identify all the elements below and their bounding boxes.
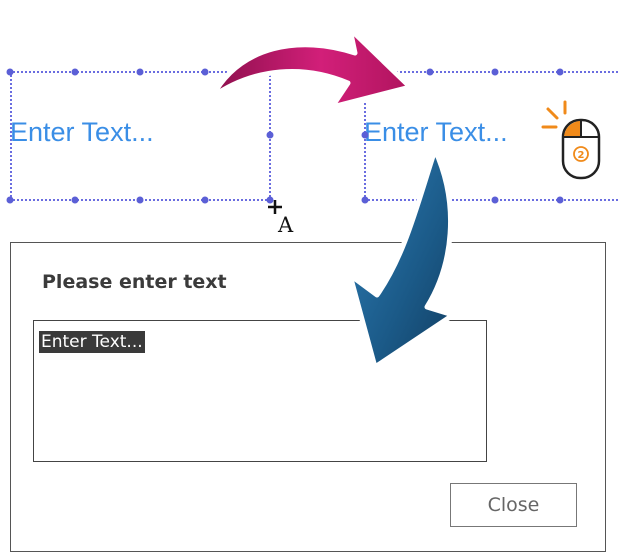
svg-text:A: A <box>277 213 294 237</box>
mouse-double-click-icon: 2 <box>541 100 601 180</box>
curved-arrow-down-icon <box>347 147 456 370</box>
selected-text: Enter Text... <box>39 331 145 353</box>
resize-handle[interactable] <box>426 68 434 76</box>
resize-handle[interactable] <box>6 68 14 76</box>
left-frame-text: Enter Text... <box>10 117 154 147</box>
svg-text:2: 2 <box>578 150 585 161</box>
curved-arrow-right-icon <box>209 26 413 110</box>
resize-handle[interactable] <box>6 196 14 204</box>
resize-handle[interactable] <box>136 68 144 76</box>
resize-handle[interactable] <box>71 68 79 76</box>
dialog-title: Please enter text <box>42 271 227 293</box>
resize-handle[interactable] <box>361 131 369 139</box>
resize-handle[interactable] <box>556 196 564 204</box>
resize-handle[interactable] <box>201 196 209 204</box>
enter-text-dialog: Please enter text Enter Text... Close <box>10 242 606 552</box>
resize-handle[interactable] <box>491 196 499 204</box>
resize-handle[interactable] <box>556 68 564 76</box>
text-cursor-icon: A <box>268 200 294 237</box>
resize-handle[interactable] <box>71 196 79 204</box>
resize-handle[interactable] <box>266 131 274 139</box>
resize-handle[interactable] <box>136 196 144 204</box>
resize-handle[interactable] <box>491 68 499 76</box>
right-frame-text: Enter Text... <box>364 117 508 147</box>
close-button[interactable]: Close <box>450 483 577 527</box>
